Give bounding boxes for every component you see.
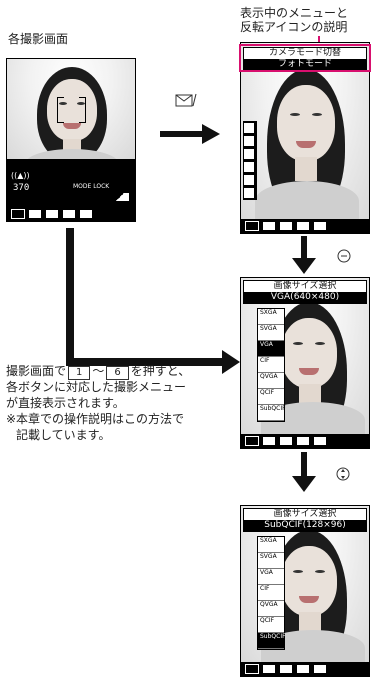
mode-lock-text: MODE LOCK xyxy=(73,183,110,190)
menu-item-5[interactable] xyxy=(244,175,254,185)
size-option-7[interactable]: SubQCIF xyxy=(258,405,286,421)
arrow-down-2 xyxy=(292,452,316,496)
size-header-2: 画像サイズ選択 SubQCIF(128×96) xyxy=(243,508,367,532)
size-option-4[interactable]: CIF xyxy=(258,357,284,373)
size-header-title-2: 画像サイズ選択 xyxy=(273,509,337,519)
note-text-pre: 撮影画面で xyxy=(6,364,67,378)
camera-screen-main: ((▲)) 370 MODE LOCK xyxy=(6,58,136,222)
size-option-6[interactable]: QCIF xyxy=(258,389,284,405)
size-option-2-1[interactable]: SXGA xyxy=(258,537,284,553)
size-option-1[interactable]: SXGA xyxy=(258,309,284,325)
camera-toolbar-3 xyxy=(241,434,369,448)
size-option-5[interactable]: QVGA xyxy=(258,373,284,389)
signal-icon xyxy=(111,193,129,201)
camera-icon[interactable] xyxy=(11,209,25,219)
size-header-sub: VGA(640×480) xyxy=(244,292,366,303)
size-select-screen: 画像サイズ選択 VGA(640×480) SXGA SVGA VGA CIF Q… xyxy=(240,277,370,449)
size-list: SXGA SVGA VGA CIF QVGA QCIF SubQCIF xyxy=(257,308,286,422)
size-icon-4[interactable] xyxy=(262,664,276,674)
size-header: 画像サイズ選択 VGA(640×480) xyxy=(243,280,367,304)
key-6: 6 xyxy=(106,366,129,380)
camera-icon-4[interactable] xyxy=(245,664,259,674)
focus-bracket-left xyxy=(57,97,64,123)
save-icon-3[interactable] xyxy=(296,436,310,446)
note-line-5: 記載しています。 xyxy=(16,428,111,442)
note-line-3: が直接表示されます。 xyxy=(6,396,125,410)
key-1: 1 xyxy=(68,366,91,380)
note-line-1: 撮影画面で 1 〜 6 を押すと、 xyxy=(6,364,190,380)
zoom-icon-3[interactable] xyxy=(313,436,327,446)
portrait-photo xyxy=(7,59,135,159)
menu-item-3[interactable] xyxy=(244,149,254,159)
size-select-screen-2: 画像サイズ選択 SubQCIF(128×96) SXGA SVGA VGA CI… xyxy=(240,505,370,677)
size-list-2: SXGA SVGA VGA CIF QVGA QCIF SubQCIF xyxy=(257,536,286,650)
menu-item-4[interactable] xyxy=(244,162,254,172)
size-option-2-2[interactable]: SVGA xyxy=(258,553,284,569)
camera-icon-3[interactable] xyxy=(245,436,259,446)
save-icon-2[interactable] xyxy=(296,221,310,231)
highlight-frame xyxy=(239,44,371,72)
size-icon-3[interactable] xyxy=(262,436,276,446)
camera-toolbar xyxy=(7,207,135,221)
status-icon: ((▲)) xyxy=(11,171,30,180)
size-icon[interactable] xyxy=(28,209,42,219)
zoom-icon[interactable] xyxy=(79,209,93,219)
note-line-2: 各ボタンに対応した撮影メニュー xyxy=(6,380,187,394)
camera-icon-2[interactable] xyxy=(245,221,259,231)
vertical-menu xyxy=(243,121,257,200)
screen-caption: 各撮影画面 xyxy=(8,32,69,46)
quality-icon[interactable] xyxy=(45,209,59,219)
note-text-post: を押すと、 xyxy=(130,364,191,378)
menu-item-6[interactable] xyxy=(244,188,254,198)
menu-item-2[interactable] xyxy=(244,136,254,146)
menu-item-1[interactable] xyxy=(244,123,254,133)
camera-toolbar-2 xyxy=(241,219,369,233)
select-key-icon xyxy=(336,248,352,268)
size-option-2-6[interactable]: QCIF xyxy=(258,617,284,633)
size-option-2[interactable]: SVGA xyxy=(258,325,284,341)
quality-icon-3[interactable] xyxy=(279,436,293,446)
size-icon-2[interactable] xyxy=(262,221,276,231)
quality-icon-4[interactable] xyxy=(279,664,293,674)
size-option-3[interactable]: VGA xyxy=(258,341,284,357)
scroll-key-icon xyxy=(335,466,351,486)
connector-arrowhead xyxy=(222,350,240,378)
quality-icon-2[interactable] xyxy=(279,221,293,231)
size-header-title: 画像サイズ選択 xyxy=(273,281,337,291)
size-option-2-4[interactable]: CIF xyxy=(258,585,284,601)
arrow-down-1 xyxy=(292,236,316,278)
size-option-2-5[interactable]: QVGA xyxy=(258,601,284,617)
menu-caption-line1: 表示中のメニューと xyxy=(240,6,349,20)
focus-bracket-right xyxy=(79,97,86,123)
zoom-icon-2[interactable] xyxy=(313,221,327,231)
save-icon[interactable] xyxy=(62,209,76,219)
size-option-2-7[interactable]: SubQCIF xyxy=(258,633,286,649)
arrow-right xyxy=(160,122,220,150)
menu-caption-line2: 反転アイコンの説明 xyxy=(240,20,348,34)
zoom-icon-4[interactable] xyxy=(313,664,327,674)
note-line-4: ※本章での操作説明はこの方法で xyxy=(6,412,185,426)
camera-toolbar-4 xyxy=(241,662,369,676)
mail-icon xyxy=(175,92,197,107)
note-tilde: 〜 xyxy=(92,364,105,378)
size-option-2-3[interactable]: VGA xyxy=(258,569,284,585)
save-icon-4[interactable] xyxy=(296,664,310,674)
connector-vertical xyxy=(66,228,74,364)
shot-count: 370 xyxy=(13,183,30,193)
size-header-sub-2: SubQCIF(128×96) xyxy=(244,520,366,531)
